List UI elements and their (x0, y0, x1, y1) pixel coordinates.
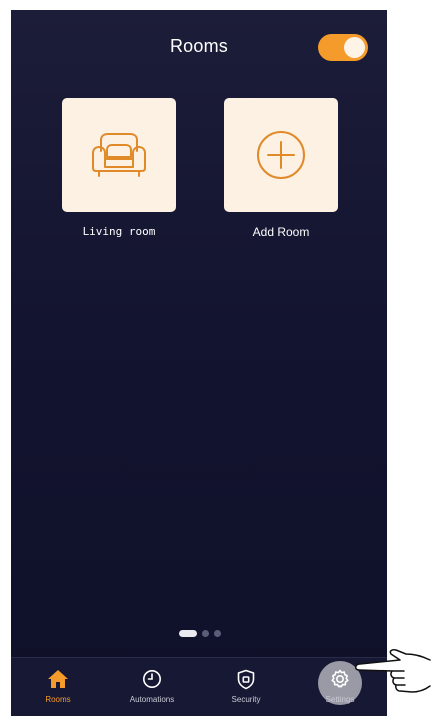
clock-icon (143, 670, 161, 688)
shield-icon (237, 669, 255, 689)
tab-label-automations: Automations (129, 695, 175, 704)
tab-security[interactable]: Security (199, 658, 293, 716)
add-room-tile[interactable] (224, 98, 338, 212)
page-dot[interactable] (202, 630, 209, 637)
gear-icon (331, 669, 349, 688)
home-icon (48, 670, 68, 688)
armchair-icon (92, 133, 146, 177)
toggle-knob (344, 37, 365, 58)
tab-automations[interactable]: Automations (105, 658, 199, 716)
tab-label-rooms: Rooms (45, 695, 71, 704)
tab-rooms[interactable]: Rooms (11, 658, 105, 716)
tab-label-security: Security (231, 695, 261, 704)
tab-label-settings: Settings (325, 695, 355, 704)
pointing-hand-icon (355, 649, 431, 693)
app-screen: Rooms Living room Add Room Rooms Automat… (11, 10, 387, 716)
header-toggle[interactable] (318, 34, 368, 61)
page-indicator (179, 630, 221, 637)
page-dot[interactable] (214, 630, 221, 637)
plus-circle-icon (257, 131, 305, 179)
room-label-add-room: Add Room (252, 225, 310, 239)
room-tile-living-room[interactable] (62, 98, 176, 212)
room-label-living-room: Living room (82, 225, 156, 238)
page-dot-active[interactable] (179, 630, 197, 637)
bottom-tab-bar: Rooms Automations Security Settings (11, 657, 387, 716)
